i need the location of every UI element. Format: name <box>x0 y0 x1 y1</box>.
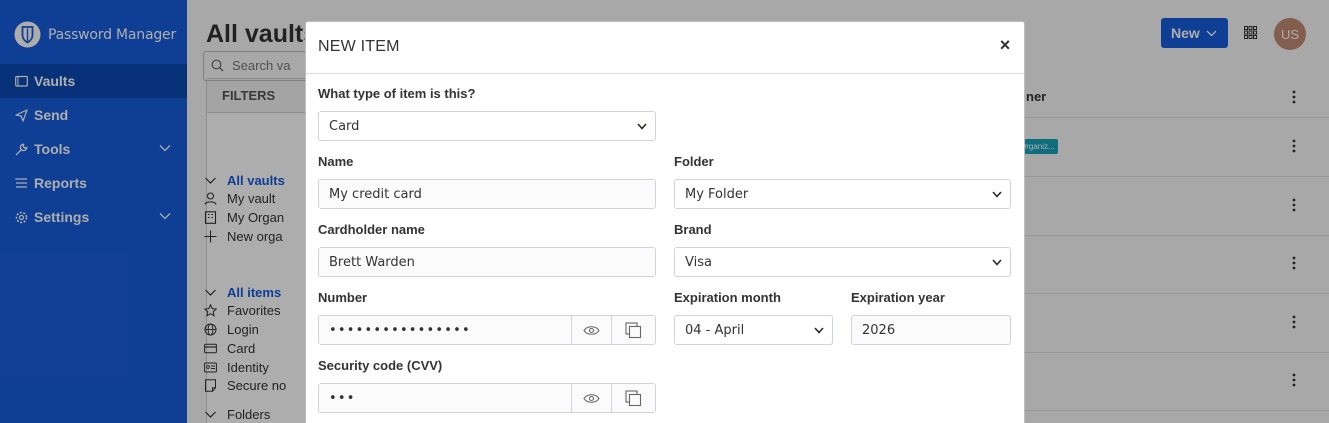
chevron-down-icon <box>992 191 1002 198</box>
cvv-label: Security code (CVV) <box>318 358 443 373</box>
toggle-visibility-button[interactable] <box>571 315 612 345</box>
cardholder-label: Cardholder name <box>318 222 425 237</box>
brand-label: Brand <box>674 222 712 237</box>
number-label: Number <box>318 290 368 305</box>
modal-title: NEW ITEM <box>318 38 400 55</box>
chevron-down-icon <box>992 259 1002 266</box>
copy-icon <box>625 389 642 406</box>
chevron-down-icon <box>814 327 824 334</box>
folder-select[interactable]: My Folder <box>674 179 1011 209</box>
toggle-cvv-visibility-button[interactable] <box>571 383 612 413</box>
expiration-month-select[interactable]: 04 - April <box>674 315 833 345</box>
close-button[interactable]: × <box>998 36 1012 54</box>
copy-cvv-button[interactable] <box>611 383 656 413</box>
copy-number-button[interactable] <box>611 315 656 345</box>
new-item-modal: NEW ITEM × What type of item is this? Ca… <box>305 21 1025 423</box>
folder-label: Folder <box>674 154 714 169</box>
name-input[interactable]: My credit card <box>318 179 656 209</box>
eye-icon <box>583 393 600 403</box>
name-label: Name <box>318 154 354 169</box>
expiration-year-input[interactable]: 2026 <box>851 315 1011 345</box>
eye-icon <box>583 325 600 335</box>
copy-icon <box>625 321 642 338</box>
item-type-select[interactable]: Card <box>318 111 656 141</box>
item-type-label: What type of item is this? <box>318 86 476 101</box>
expiration-year-label: Expiration year <box>851 290 945 305</box>
chevron-down-icon <box>637 123 647 130</box>
card-number-input[interactable]: •••••••••••••••• <box>318 315 572 345</box>
brand-select[interactable]: Visa <box>674 247 1011 277</box>
expiration-month-label: Expiration month <box>674 290 781 305</box>
cardholder-input[interactable]: Brett Warden <box>318 247 656 277</box>
modal-header: NEW ITEM × <box>306 22 1024 74</box>
cvv-input[interactable]: ••• <box>318 383 572 413</box>
